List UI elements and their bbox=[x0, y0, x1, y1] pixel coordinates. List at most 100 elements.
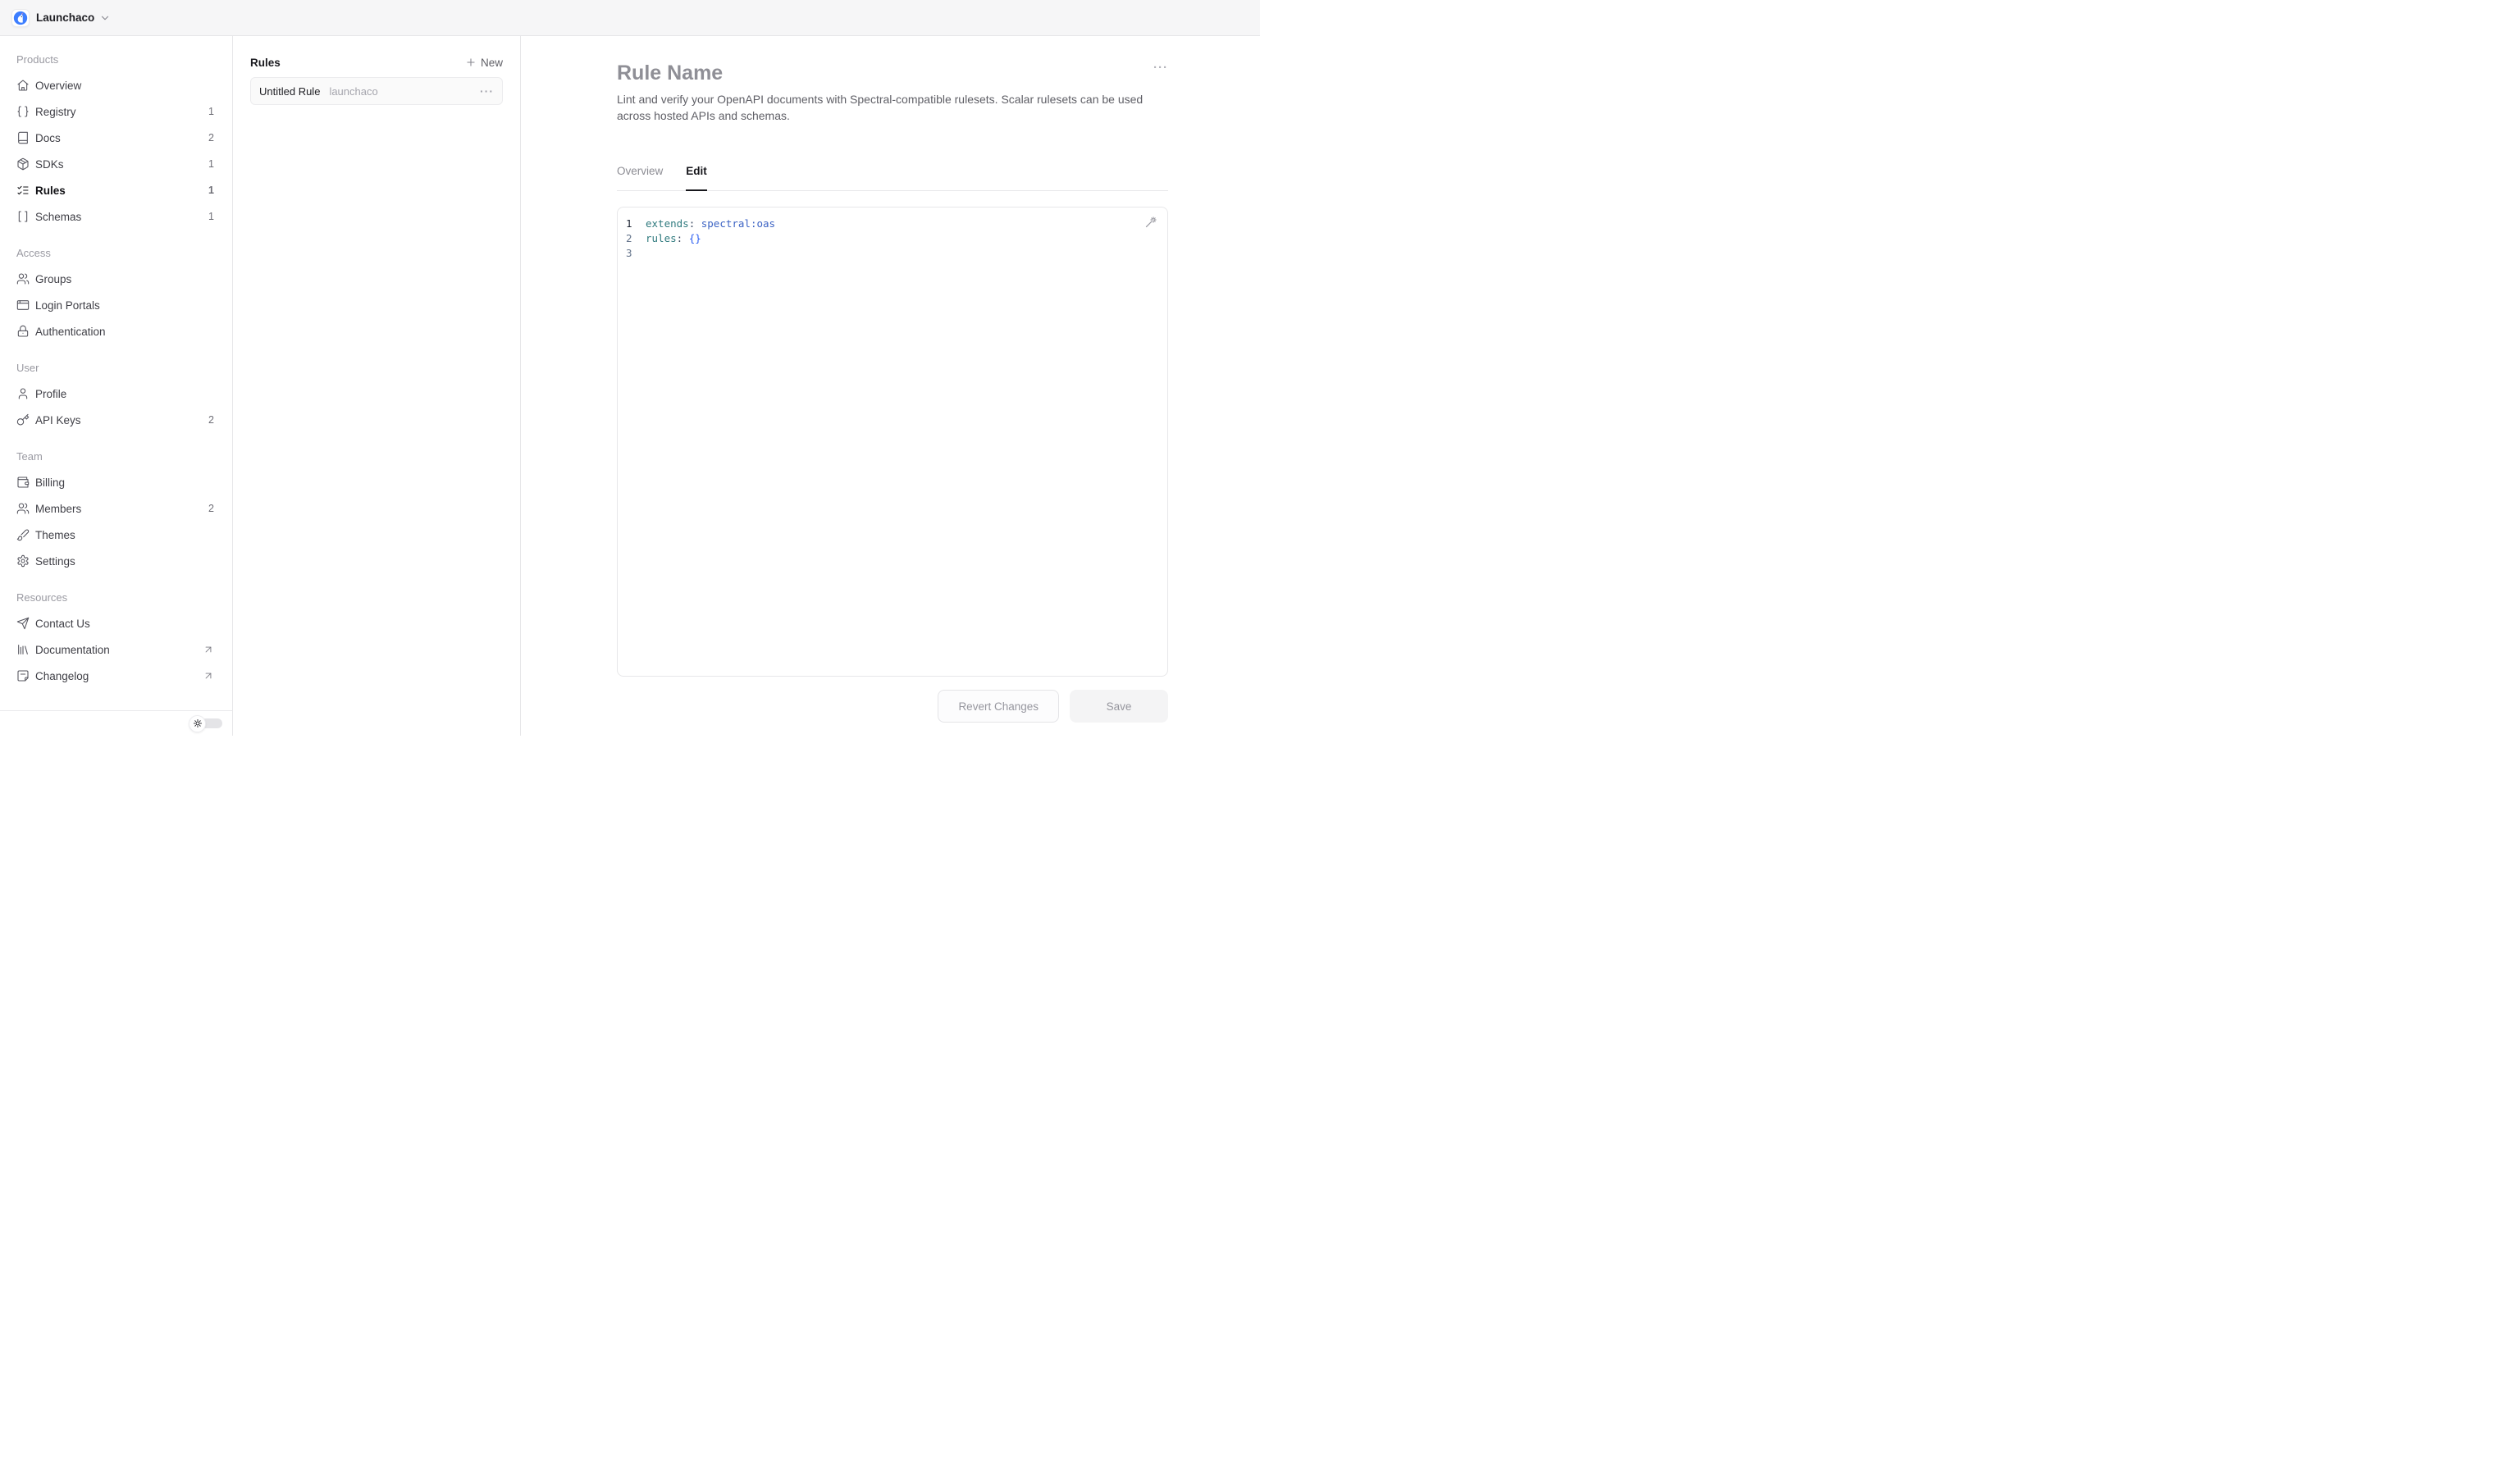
sidebar-section-label: User bbox=[0, 354, 232, 381]
code-line: 1extends: spectral:oas bbox=[618, 217, 1167, 231]
users-icon bbox=[16, 502, 30, 515]
revert-changes-button[interactable]: Revert Changes bbox=[938, 690, 1059, 723]
code-editor[interactable]: 1extends: spectral:oas2rules: {}3 bbox=[617, 207, 1168, 677]
sidebar-item-profile[interactable]: Profile bbox=[0, 381, 232, 407]
unicorn-logo-icon bbox=[11, 9, 30, 27]
code-text: extends: spectral:oas bbox=[646, 217, 775, 231]
rule-item-title: Untitled Rule bbox=[259, 85, 320, 98]
sidebar-item-documentation[interactable]: Documentation bbox=[0, 636, 232, 663]
users-icon bbox=[16, 272, 30, 285]
rule-menu-icon[interactable]: ··· bbox=[1153, 64, 1168, 72]
sidebar-item-groups[interactable]: Groups bbox=[0, 266, 232, 292]
rule-list-item[interactable]: Untitled Rule launchaco ··· bbox=[250, 77, 503, 105]
sidebar-section-label: Products bbox=[0, 46, 232, 72]
sidebar-section-label: Team bbox=[0, 443, 232, 469]
sidebar-item-members[interactable]: Members2 bbox=[0, 495, 232, 522]
sidebar-item-sdks[interactable]: SDKs 1 bbox=[0, 151, 232, 177]
sidebar-section-user: User Profile API Keys 2 bbox=[0, 354, 232, 433]
sidebar: Products Overview Registry1 Docs 2 SDKs 1 Rules… bbox=[0, 36, 233, 736]
sidebar-footer bbox=[0, 710, 232, 736]
sidebar-item-settings[interactable]: Settings bbox=[0, 548, 232, 574]
sidebar-sections: Products Overview Registry1 Docs 2 SDKs 1 Rules… bbox=[0, 46, 232, 689]
sidebar-item-registry[interactable]: Registry1 bbox=[0, 98, 232, 125]
sidebar-item-rules[interactable]: Rules1 bbox=[0, 177, 232, 203]
sidebar-item-label: Groups bbox=[35, 273, 71, 285]
sidebar-item-label: API Keys bbox=[35, 414, 81, 426]
settings-icon bbox=[16, 554, 30, 568]
sidebar-item-docs[interactable]: Docs 2 bbox=[0, 125, 232, 151]
rule-description: Lint and verify your OpenAPI documents w… bbox=[617, 91, 1168, 124]
sidebar-item-label: Settings bbox=[35, 555, 75, 568]
workspace-switcher[interactable]: Launchaco bbox=[11, 9, 111, 27]
key-icon bbox=[16, 413, 30, 426]
line-number: 1 bbox=[618, 217, 646, 231]
code-line: 3 bbox=[618, 246, 1167, 261]
sidebar-item-label: Contact Us bbox=[35, 618, 90, 630]
rule-detail: Rule Name ··· Lint and verify your OpenA… bbox=[617, 61, 1168, 723]
sidebar-item-label: Profile bbox=[35, 388, 66, 400]
code-line: 2rules: {} bbox=[618, 231, 1167, 246]
sidebar-item-count: 2 bbox=[208, 414, 214, 426]
rules-panel-title: Rules bbox=[250, 57, 281, 69]
app-shell: Products Overview Registry1 Docs 2 SDKs 1 Rules… bbox=[0, 36, 1260, 736]
sidebar-item-contact-us[interactable]: Contact Us bbox=[0, 610, 232, 636]
save-button[interactable]: Save bbox=[1070, 690, 1168, 723]
home-icon bbox=[16, 79, 30, 92]
rules-list-panel: Rules New Untitled Rule launchaco ··· bbox=[233, 36, 521, 736]
sidebar-item-label: Changelog bbox=[35, 670, 89, 682]
sidebar-item-label: Login Portals bbox=[35, 299, 100, 312]
sidebar-section-products: Products Overview Registry1 Docs 2 SDKs 1 Rules… bbox=[0, 46, 232, 230]
wand-sparkles-icon[interactable] bbox=[1144, 216, 1157, 229]
braces-icon bbox=[16, 105, 30, 118]
sidebar-item-label: Docs bbox=[35, 132, 61, 144]
sidebar-item-count: 1 bbox=[208, 211, 214, 222]
app-window-icon bbox=[16, 299, 30, 312]
theme-toggle[interactable] bbox=[189, 715, 222, 732]
chevron-down-icon bbox=[99, 12, 111, 24]
sidebar-item-label: Themes bbox=[35, 529, 75, 541]
line-number: 3 bbox=[618, 246, 646, 261]
sidebar-item-changelog[interactable]: Changelog bbox=[0, 663, 232, 689]
package-icon bbox=[16, 157, 30, 171]
user-icon bbox=[16, 387, 30, 400]
sidebar-item-label: Billing bbox=[35, 477, 65, 489]
sidebar-item-label: Schemas bbox=[35, 211, 81, 223]
rule-name-title: Rule Name bbox=[617, 61, 723, 85]
arrow-up-right-icon bbox=[203, 644, 214, 655]
sidebar-item-api-keys[interactable]: API Keys 2 bbox=[0, 407, 232, 433]
sidebar-item-overview[interactable]: Overview bbox=[0, 72, 232, 98]
brackets-icon bbox=[16, 210, 30, 223]
sidebar-item-count: 2 bbox=[208, 132, 214, 144]
rule-item-workspace: launchaco bbox=[329, 85, 377, 98]
sidebar-item-label: Overview bbox=[35, 80, 81, 92]
tab-edit[interactable]: Edit bbox=[686, 165, 707, 191]
sidebar-item-count: 1 bbox=[208, 158, 214, 170]
sidebar-item-label: SDKs bbox=[35, 158, 64, 171]
editor-actions: Revert Changes Save bbox=[617, 690, 1168, 723]
sidebar-item-themes[interactable]: Themes bbox=[0, 522, 232, 548]
sidebar-item-count: 1 bbox=[208, 106, 214, 117]
main-panel: Rule Name ··· Lint and verify your OpenA… bbox=[521, 36, 1260, 736]
list-checks-icon bbox=[16, 184, 30, 197]
code-lines: 1extends: spectral:oas2rules: {}3 bbox=[618, 217, 1167, 262]
rule-item-menu-icon[interactable]: ··· bbox=[480, 87, 494, 95]
brush-icon bbox=[16, 528, 30, 541]
rules-panel-header: Rules New bbox=[250, 50, 503, 75]
sidebar-item-label: Documentation bbox=[35, 644, 110, 656]
new-rule-button[interactable]: New bbox=[465, 57, 503, 69]
send-icon bbox=[16, 617, 30, 630]
topbar: Launchaco bbox=[0, 0, 1260, 36]
tab-overview[interactable]: Overview bbox=[617, 165, 663, 190]
plus-icon bbox=[465, 57, 477, 68]
sidebar-item-billing[interactable]: Billing bbox=[0, 469, 232, 495]
sidebar-item-label: Authentication bbox=[35, 326, 106, 338]
sidebar-section-resources: ResourcesContact UsDocumentationChangelo… bbox=[0, 584, 232, 689]
sidebar-item-schemas[interactable]: Schemas 1 bbox=[0, 203, 232, 230]
sidebar-section-label: Access bbox=[0, 239, 232, 266]
sidebar-item-login-portals[interactable]: Login Portals bbox=[0, 292, 232, 318]
sidebar-section-access: Access Groups Login Portals Authentication bbox=[0, 239, 232, 344]
sidebar-item-authentication[interactable]: Authentication bbox=[0, 318, 232, 344]
sidebar-section-team: Team Billing Members2 Themes Settings bbox=[0, 443, 232, 574]
lock-icon bbox=[16, 325, 30, 338]
sidebar-item-label: Members bbox=[35, 503, 81, 515]
